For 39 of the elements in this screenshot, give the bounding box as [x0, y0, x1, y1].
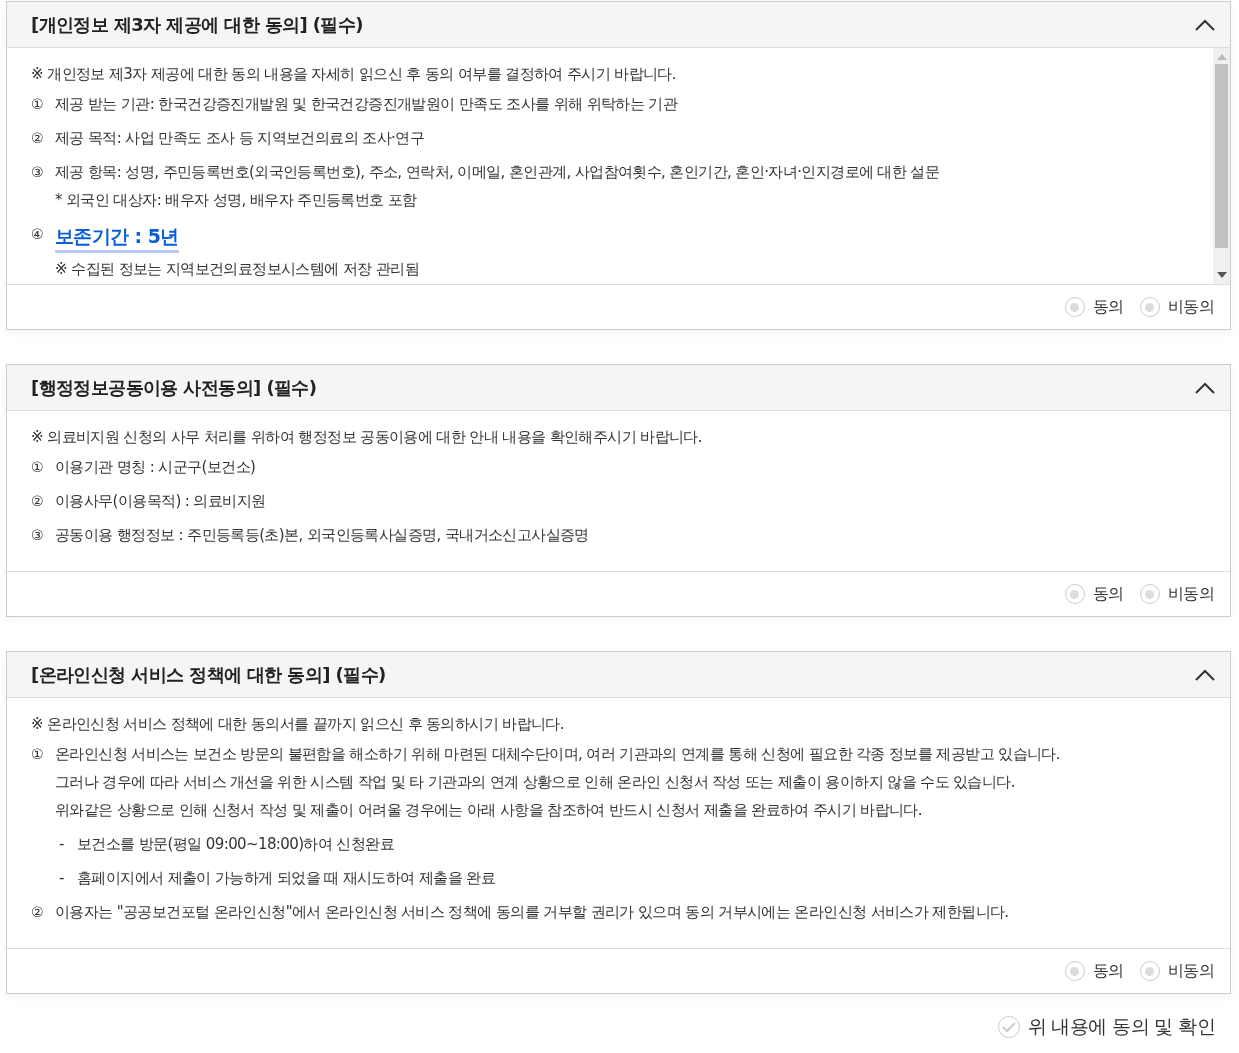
item-text: * 외국인 대상자: 배우자 성명, 배우자 주민등록번호 포함: [55, 190, 417, 211]
item-text: 공동이용 행정정보 : 주민등록등(초)본, 외국인등록사실증명, 국내거소신고사실증명: [55, 525, 589, 546]
number-marker: ④: [31, 225, 44, 244]
item-text: 온라인신청 서비스는 보건소 방문의 불편함을 해소하기 위해 마련된 대체수단이며, 여러 기관과의 연계를 통해 신청에 필요한 각종 정보를 제공받고 있습니다.: [55, 744, 1060, 765]
radio-option[interactable]: 동의: [1065, 296, 1124, 318]
item-text: 위와같은 상황으로 인해 신청서 작성 및 제출이 어려울 경우에는 아래 사항을 참조하여 반드시 신청서 제출을 완료하여 주시기 바랍니다.: [55, 800, 923, 821]
radio-option[interactable]: 동의: [1065, 583, 1124, 605]
confirm-checkbox[interactable]: 위 내용에 동의 및 확인: [997, 1014, 1215, 1040]
number-marker: ①: [31, 95, 44, 114]
radio-option[interactable]: 비동의: [1139, 296, 1214, 318]
item-text: 제공 항목: 성명, 주민등록번호(외국인등록번호), 주소, 연락처, 이메일, 혼인관계, 사업참여횟수, 혼인기간, 혼인·자녀·인지경로에 대한 설문: [55, 162, 940, 183]
item-text: 그러나 경우에 따라 서비스 개선을 위한 시스템 작업 및 타 기관과의 연계 상황으로 인해 온라인 신청서 작성 또는 제출이 용이하지 않을 수도 있습니다.: [55, 772, 1015, 793]
section-title: [개인정보 제3자 제공에 대한 동의] (필수): [31, 12, 363, 37]
item-text: 홈페이지에서 제출이 가능하게 되었을 때 재시도하여 제출을 완료: [77, 868, 495, 889]
item-text: 이용사무(이용목적) : 의료비지원: [55, 491, 266, 512]
item-text: 이용기관 명칭 : 시군구(보건소): [55, 457, 256, 478]
section-title: [행정정보공동이용 사전동의] (필수): [31, 375, 317, 400]
radio-option[interactable]: 비동의: [1139, 583, 1214, 605]
number-marker: ②: [31, 129, 44, 148]
number-marker: ①: [31, 458, 44, 477]
item-text: 이용자는 "공공보건포털 온라인신청"에서 온라인신청 서비스 정책에 동의를 거부할 권리가 있으며 동의 거부시에는 온라인신청 서비스가 제한됩니다.: [55, 902, 1009, 923]
dash-marker: -: [59, 834, 65, 855]
notice-text: ※ 의료비지원 신청의 사무 처리를 위하여 행정정보 공동이용에 대한 안내 내용을 확인해주시기 바랍니다.: [31, 427, 703, 448]
notice-text: ※ 온라인신청 서비스 정책에 대한 동의서를 끝까지 읽으신 후 동의하시기 바랍니다.: [31, 714, 566, 735]
number-marker: ②: [31, 492, 44, 511]
item-text: 보건소를 방문(평일 09:00~18:00)하여 신청완료: [77, 834, 395, 855]
item-text: 제공 목적: 사업 만족도 조사 등 지역보건의료의 조사·연구: [55, 128, 424, 149]
item-text: ※ 수집된 정보는 지역보건의료정보시스템에 저장 관리됨: [55, 259, 419, 280]
number-marker: ③: [31, 163, 44, 182]
dash-marker: -: [59, 868, 65, 889]
item-text: 제공 받는 기관: 한국건강증진개발원 및 한국건강증진개발원이 만족도 조사를 위해 위탁하는 기관: [55, 94, 678, 115]
number-marker: ③: [31, 526, 44, 545]
section-title: [온라인신청 서비스 정책에 대한 동의] (필수): [31, 662, 386, 687]
notice-text: ※ 개인정보 제3자 제공에 대한 동의 내용을 자세히 읽으신 후 동의 여부를 결정하여 주시기 바랍니다.: [31, 64, 678, 85]
number-marker: ②: [31, 903, 44, 922]
retention-period-link[interactable]: 보존기간 : 5년: [55, 222, 179, 253]
number-marker: ①: [31, 745, 44, 764]
radio-option[interactable]: 비동의: [1139, 960, 1214, 982]
radio-option[interactable]: 동의: [1065, 960, 1124, 982]
